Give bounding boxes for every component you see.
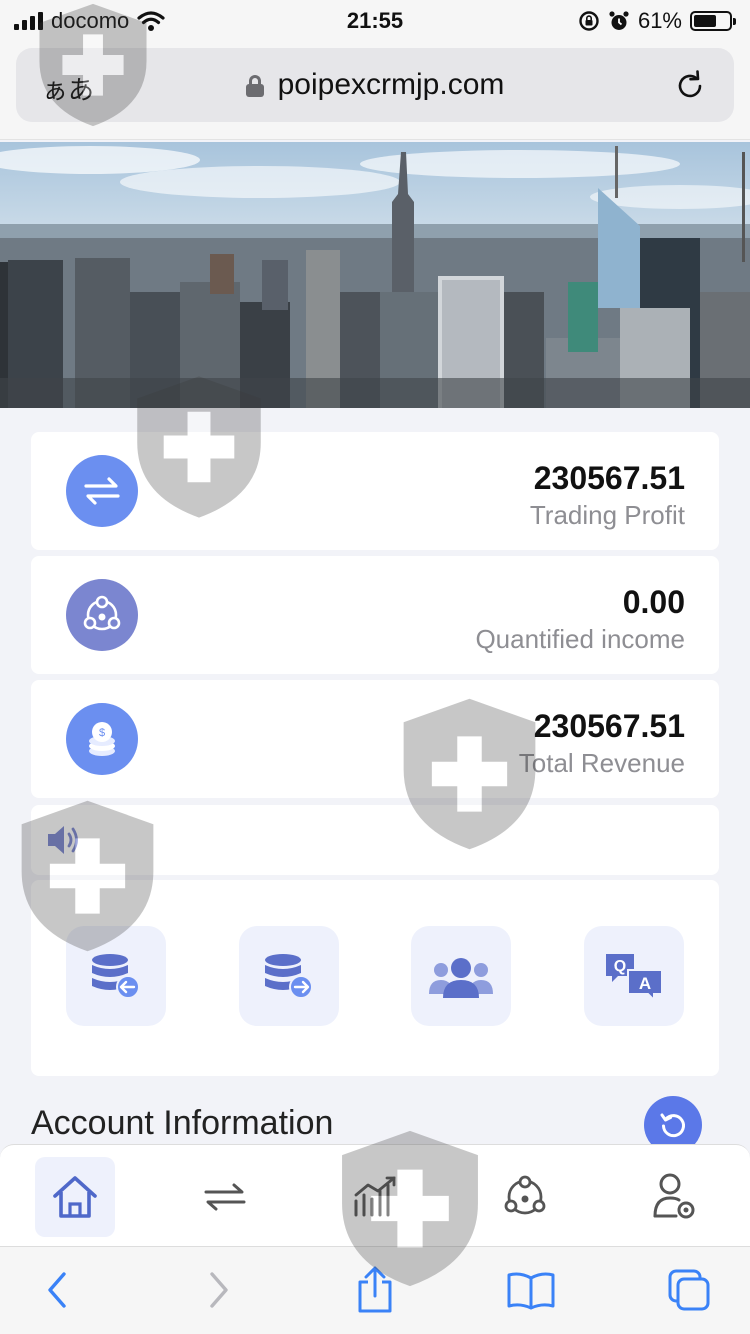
database-in-icon <box>92 954 140 999</box>
users-group-icon <box>429 958 493 998</box>
back-button[interactable] <box>32 1265 82 1315</box>
tab-home[interactable] <box>35 1157 115 1237</box>
alarm-icon <box>609 11 629 30</box>
trading-profit-value: 230567.51 <box>533 460 685 496</box>
total-revenue-label: Total Revenue <box>518 748 685 778</box>
user-settings-icon <box>653 1173 695 1219</box>
home-icon <box>53 1176 97 1218</box>
deposit-button[interactable] <box>66 926 166 1026</box>
tab-profile[interactable] <box>635 1157 715 1237</box>
svg-text:Q: Q <box>614 958 626 975</box>
tab-trade[interactable] <box>185 1157 265 1237</box>
bookmarks-button[interactable] <box>506 1265 556 1315</box>
quantified-income-label: Quantified income <box>475 624 685 654</box>
status-bar: docomo 21:55 61% <box>0 0 750 40</box>
total-revenue-value: 230567.51 <box>533 708 685 744</box>
team-button[interactable] <box>411 926 511 1026</box>
stat-card-trading-profit: 230567.51 Trading Profit <box>31 432 719 550</box>
svg-text:$: $ <box>99 727 105 739</box>
chevron-right-icon <box>210 1272 228 1308</box>
forward-button[interactable] <box>194 1265 244 1315</box>
url-field[interactable]: poipexcrmjp.com <box>16 68 734 102</box>
withdraw-button[interactable] <box>239 926 339 1026</box>
lock-icon <box>245 75 264 98</box>
status-right: 61% <box>578 8 736 34</box>
trading-profit-label: Trading Profit <box>529 500 685 530</box>
network-nodes-icon <box>66 579 138 651</box>
url-text: poipexcrmjp.com <box>277 68 505 101</box>
reload-icon[interactable] <box>670 66 710 106</box>
chart-trend-icon <box>354 1176 396 1217</box>
skyline-illustration <box>0 142 750 408</box>
notice-bar[interactable] <box>31 805 719 875</box>
browser-top: ぁあ poipexcrmjp.com <box>0 40 750 140</box>
chevron-left-icon <box>48 1272 66 1308</box>
book-icon <box>507 1272 555 1310</box>
database-out-icon <box>265 954 313 999</box>
network-nodes-icon <box>504 1175 546 1215</box>
tab-quant[interactable] <box>485 1157 565 1237</box>
tabs-icon <box>668 1269 710 1311</box>
address-bar[interactable]: ぁあ poipexcrmjp.com <box>16 48 734 122</box>
quick-actions: Q A <box>31 880 719 1076</box>
rotation-lock-icon <box>579 11 599 31</box>
share-icon <box>358 1266 392 1313</box>
qa-chat-icon: Q A <box>606 954 663 1002</box>
tab-markets[interactable] <box>335 1157 415 1237</box>
share-button[interactable] <box>350 1265 400 1315</box>
app-tab-bar <box>0 1144 750 1246</box>
account-information-title: Account Information <box>31 1104 334 1142</box>
quantified-income-value: 0.00 <box>622 584 685 620</box>
battery-icon <box>690 11 736 31</box>
stat-card-quantified-income: 0.00 Quantified income <box>31 556 719 674</box>
transfer-arrows-icon <box>204 1183 246 1211</box>
stat-card-total-revenue: $ 230567.51 Total Revenue <box>31 680 719 798</box>
svg-text:A: A <box>639 974 651 993</box>
banner-image <box>0 142 750 408</box>
speaker-icon <box>48 826 78 854</box>
faq-button[interactable]: Q A <box>584 926 684 1026</box>
coins-icon: $ <box>66 703 138 775</box>
browser-toolbar <box>0 1246 750 1334</box>
tabs-button[interactable] <box>664 1265 714 1315</box>
transfer-arrows-icon <box>66 455 138 527</box>
refresh-icon <box>660 1113 685 1138</box>
battery-percent: 61% <box>637 8 682 33</box>
